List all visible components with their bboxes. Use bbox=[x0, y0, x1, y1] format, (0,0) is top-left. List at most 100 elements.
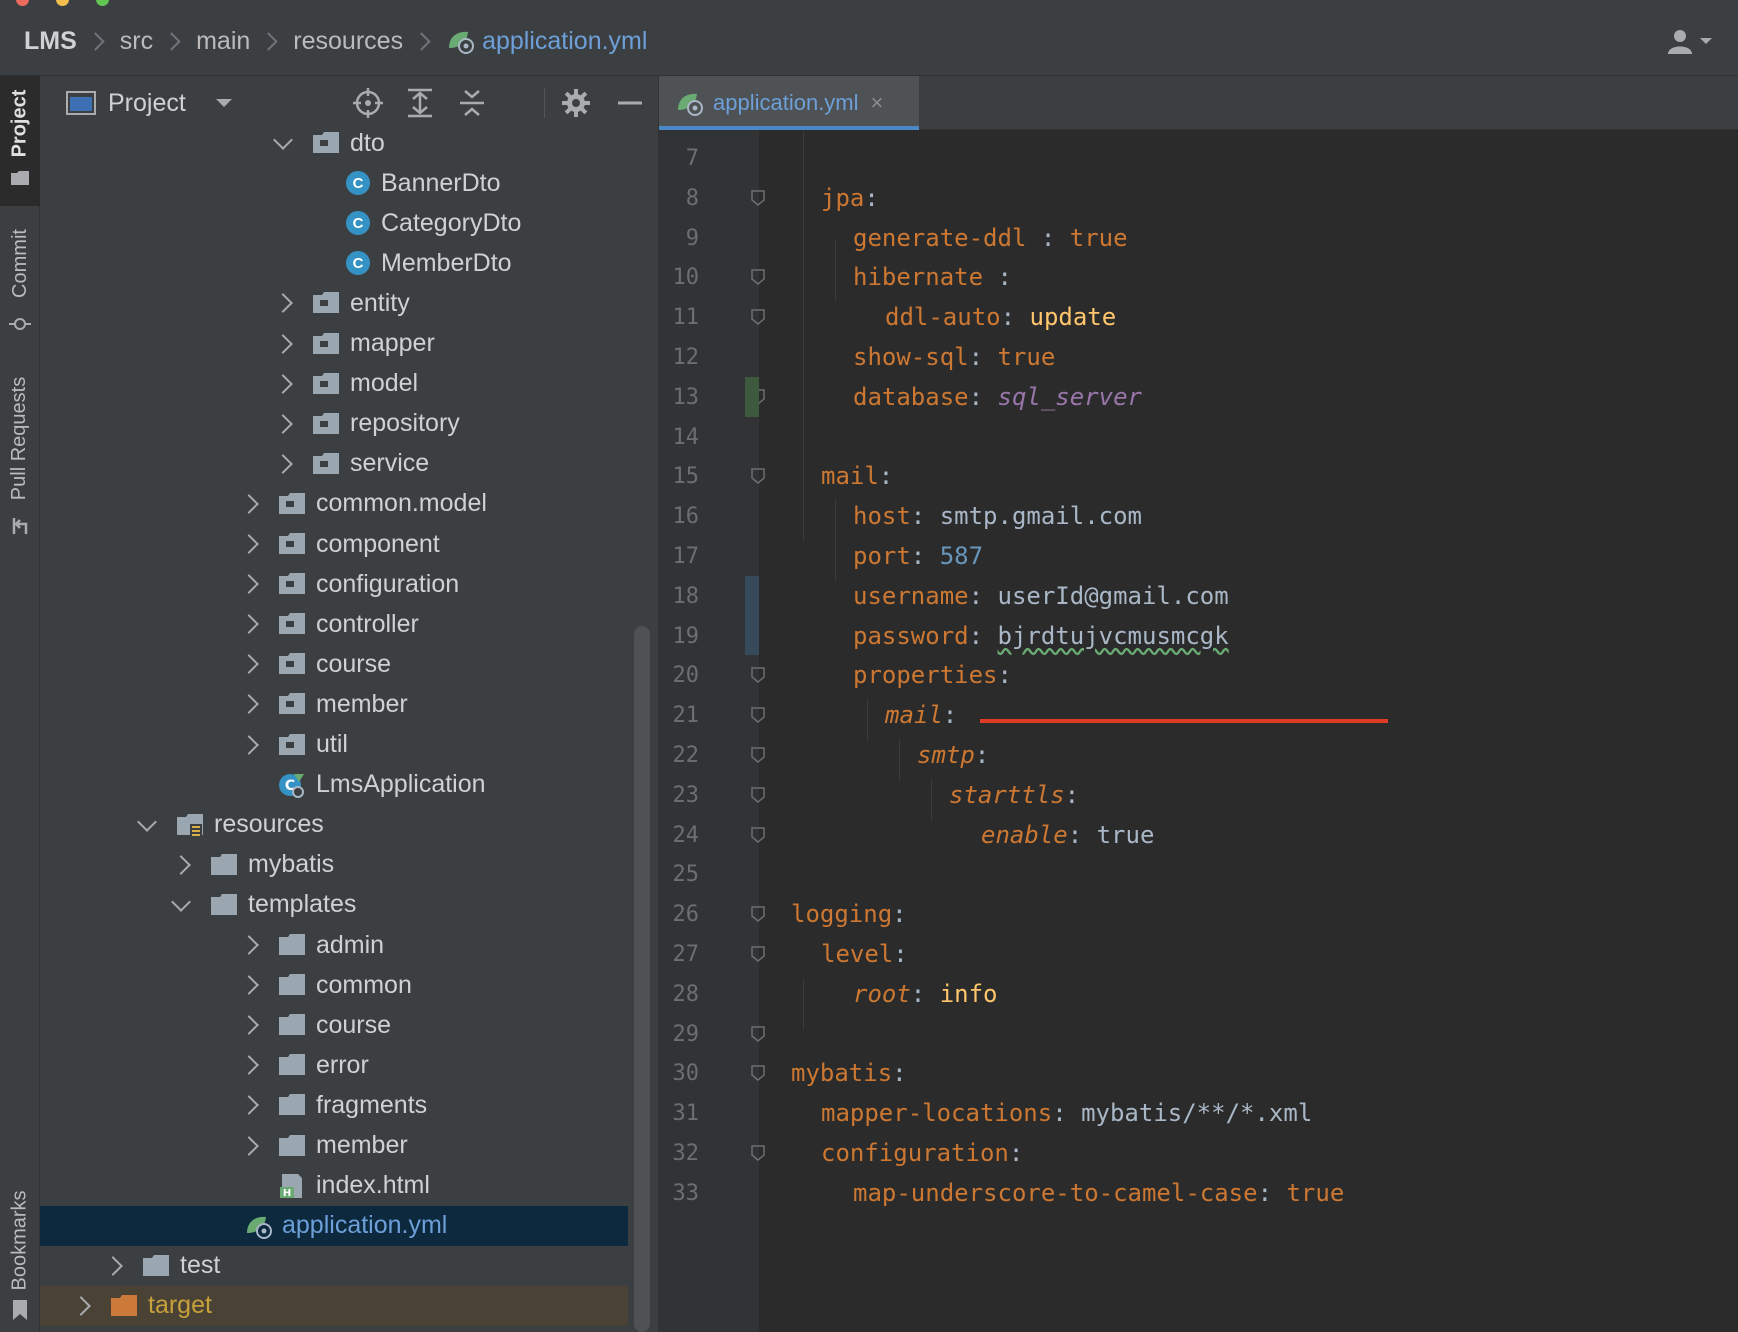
chevron-right-icon[interactable] bbox=[239, 1015, 259, 1036]
hide-panel-icon[interactable] bbox=[612, 85, 648, 121]
chevron-right-icon[interactable] bbox=[273, 333, 293, 354]
fold-marker-icon[interactable] bbox=[751, 1145, 765, 1161]
close-tab-icon[interactable]: × bbox=[871, 90, 884, 116]
fold-marker-icon[interactable] bbox=[751, 707, 765, 724]
chevron-right-icon[interactable] bbox=[239, 734, 259, 755]
chevron-right-icon[interactable] bbox=[239, 493, 259, 514]
fold-marker-icon[interactable] bbox=[751, 190, 765, 206]
vcs-change-marker[interactable] bbox=[745, 376, 759, 417]
chevron-right-icon[interactable] bbox=[239, 654, 259, 675]
chevron-right-icon[interactable] bbox=[71, 1295, 91, 1316]
tree-item[interactable]: fragments bbox=[40, 1085, 628, 1125]
tree-item[interactable]: target bbox=[40, 1285, 628, 1326]
locate-file-icon[interactable] bbox=[350, 85, 386, 121]
tree-item[interactable]: templates bbox=[40, 885, 628, 925]
fold-marker-icon[interactable] bbox=[751, 906, 765, 923]
chevron-right-icon[interactable] bbox=[239, 1135, 259, 1156]
chevron-down-icon[interactable] bbox=[171, 891, 191, 912]
tree-item[interactable]: member bbox=[40, 1126, 628, 1166]
tree-item[interactable]: error bbox=[40, 1045, 628, 1085]
tree-item[interactable]: service bbox=[40, 444, 628, 484]
tab-application-yml[interactable]: application.yml × bbox=[659, 76, 919, 130]
project-view-selector[interactable]: Project bbox=[108, 89, 186, 118]
breadcrumb-file[interactable]: application.yml bbox=[446, 27, 647, 56]
indent-guide bbox=[803, 131, 804, 540]
user-account-icon[interactable] bbox=[1666, 28, 1714, 56]
expand-all-icon[interactable] bbox=[402, 85, 438, 121]
code-area[interactable]: jpa: generate-ddl : true hibernate : ddl-au… bbox=[745, 130, 1738, 1332]
tree-item[interactable]: controller bbox=[40, 604, 628, 644]
tree-item[interactable]: dto bbox=[40, 130, 628, 163]
breadcrumb-project[interactable]: LMS bbox=[24, 27, 77, 56]
chevron-right-icon[interactable] bbox=[239, 975, 259, 995]
fold-marker-icon[interactable] bbox=[751, 787, 765, 803]
chevron-right-icon[interactable] bbox=[273, 373, 293, 394]
tree-item[interactable]: repository bbox=[40, 404, 628, 444]
code-token: level bbox=[821, 940, 894, 968]
tree-item[interactable]: mapper bbox=[40, 324, 628, 364]
fold-marker-icon[interactable] bbox=[751, 667, 765, 684]
collapse-all-icon[interactable] bbox=[454, 85, 490, 121]
code-token: : bbox=[892, 900, 907, 929]
tree-item[interactable]: common.model bbox=[40, 484, 628, 524]
tree-item[interactable]: mybatis bbox=[40, 845, 628, 885]
bookmarks-tool-tab[interactable]: Bookmarks bbox=[0, 1176, 40, 1332]
vcs-change-marker[interactable] bbox=[745, 615, 759, 656]
fold-marker-icon[interactable] bbox=[751, 747, 765, 763]
tree-item[interactable]: model bbox=[40, 364, 628, 404]
chevron-down-icon[interactable] bbox=[214, 97, 234, 109]
code-line: mail: bbox=[885, 695, 957, 735]
tree-item[interactable]: C MemberDto bbox=[40, 243, 628, 283]
tree-item[interactable]: course bbox=[40, 1005, 628, 1045]
chevron-right-icon[interactable] bbox=[239, 574, 259, 594]
chevron-right-icon[interactable] bbox=[239, 614, 259, 635]
code-line: mybatis: bbox=[791, 1053, 907, 1093]
tree-item[interactable]: test bbox=[40, 1246, 628, 1286]
fold-marker-icon[interactable] bbox=[751, 1065, 765, 1082]
breadcrumb-resources[interactable]: resources bbox=[293, 27, 403, 56]
tree-item[interactable]: resources bbox=[40, 805, 628, 845]
pull-requests-tool-tab[interactable]: Pull Requests bbox=[0, 360, 40, 540]
chevron-right-icon[interactable] bbox=[273, 453, 293, 474]
fold-marker-icon[interactable] bbox=[751, 309, 765, 326]
chevron-down-icon[interactable] bbox=[137, 811, 157, 832]
project-tool-tab[interactable]: Project bbox=[0, 76, 40, 206]
gear-icon[interactable] bbox=[558, 85, 594, 121]
chevron-right-icon[interactable] bbox=[239, 935, 259, 955]
breadcrumb-src[interactable]: src bbox=[120, 27, 153, 56]
project-scrollbar[interactable] bbox=[634, 626, 650, 1332]
fold-marker-icon[interactable] bbox=[751, 946, 765, 962]
breadcrumb-file-label: application.yml bbox=[482, 26, 648, 55]
chevron-right-icon[interactable] bbox=[273, 413, 293, 434]
tree-item[interactable]: entity bbox=[40, 283, 628, 323]
tree-item[interactable]: configuration bbox=[40, 564, 628, 604]
chevron-right-icon[interactable] bbox=[239, 1055, 259, 1076]
chevron-right-icon[interactable] bbox=[239, 534, 259, 554]
tree-item[interactable]: C BannerDto bbox=[40, 163, 628, 203]
tree-item[interactable]: application.yml bbox=[40, 1205, 628, 1246]
chevron-right-icon[interactable] bbox=[273, 293, 293, 314]
chevron-right-icon[interactable] bbox=[239, 694, 259, 715]
fold-marker-icon[interactable] bbox=[751, 1025, 765, 1042]
fold-marker-icon[interactable] bbox=[751, 826, 765, 843]
commit-tool-tab[interactable]: Commit bbox=[0, 216, 40, 346]
tree-item[interactable]: admin bbox=[40, 925, 628, 965]
tree-item[interactable]: course bbox=[40, 644, 628, 684]
chevron-right-icon[interactable] bbox=[239, 1095, 259, 1116]
tree-item[interactable]: member bbox=[40, 684, 628, 724]
chevron-right-icon[interactable] bbox=[171, 854, 191, 875]
fold-marker-icon[interactable] bbox=[751, 269, 765, 286]
chevron-right-icon[interactable] bbox=[103, 1255, 123, 1276]
fold-marker-icon[interactable] bbox=[751, 468, 765, 485]
code-line: database: sql_server bbox=[853, 377, 1142, 417]
vcs-change-marker[interactable] bbox=[745, 575, 759, 616]
chevron-down-icon[interactable] bbox=[273, 130, 293, 150]
breadcrumb-main[interactable]: main bbox=[196, 27, 250, 56]
tree-item[interactable]: util bbox=[40, 725, 628, 765]
tree-item[interactable]: component bbox=[40, 524, 628, 564]
tree-item[interactable]: C CategoryDto bbox=[40, 203, 628, 243]
tree-item[interactable]: C LmsApplication bbox=[40, 765, 628, 805]
tree-item[interactable]: common bbox=[40, 965, 628, 1005]
tree-item[interactable]: Hindex.html bbox=[40, 1166, 628, 1206]
line-number: 33 bbox=[672, 1180, 700, 1206]
